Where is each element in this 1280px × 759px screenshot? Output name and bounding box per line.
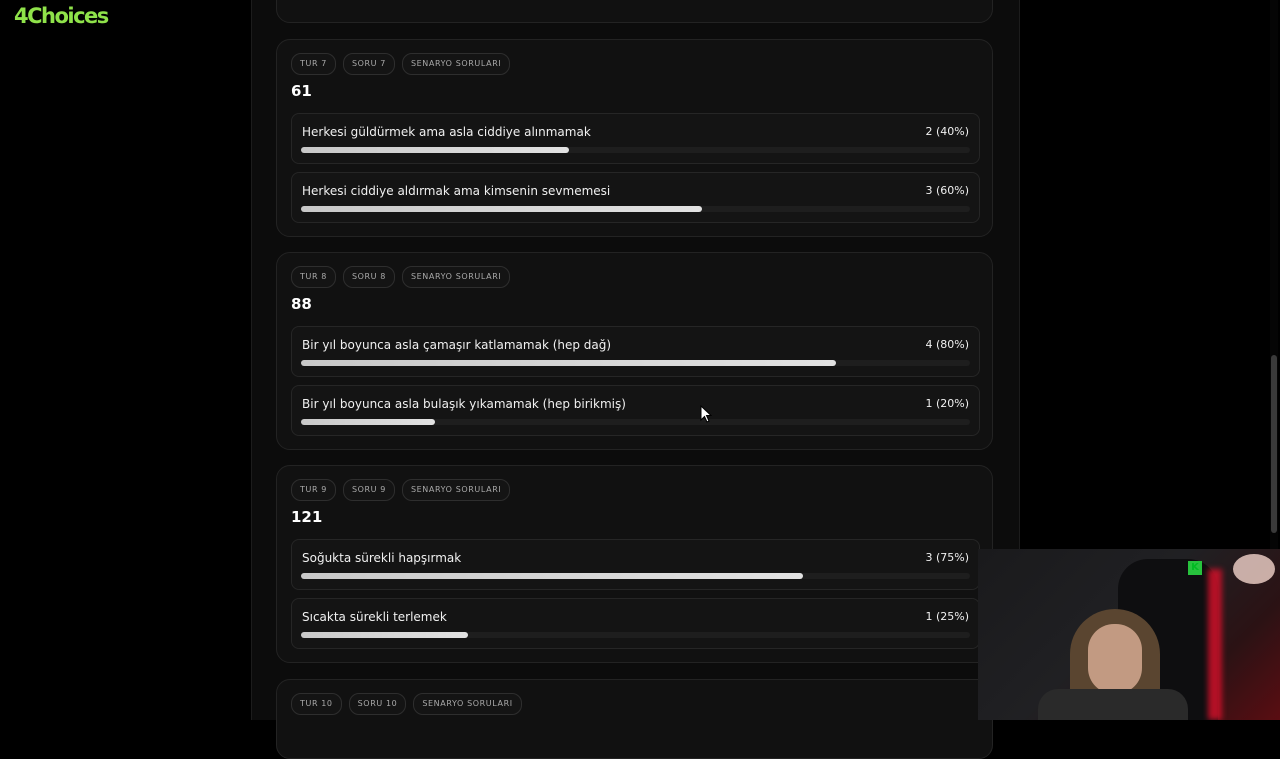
round-tag: TUR 9 — [291, 479, 336, 501]
option-count: 4 (80%) — [925, 338, 969, 351]
question-number: 88 — [291, 295, 312, 313]
logo-text: Choices — [27, 4, 109, 28]
logo-prefix: 4 — [14, 4, 29, 28]
progress-fill — [301, 147, 569, 153]
progress-fill — [301, 632, 469, 638]
webcam-overlay: K — [978, 549, 1280, 720]
category-tag: SENARYO SORULARI — [401, 266, 511, 288]
option-label: Bir yıl boyunca asla bulaşık yıkamamak (… — [302, 397, 626, 411]
question-tag: SORU 8 — [342, 266, 395, 288]
progress-track — [301, 206, 970, 212]
category-tag: SENARYO SORULARI — [413, 693, 522, 715]
red-light — [1208, 569, 1222, 720]
round-tag: TUR 8 — [291, 266, 336, 288]
progress-fill — [301, 573, 803, 579]
option-label: Soğukta sürekli hapşırmak — [302, 551, 462, 565]
progress-track — [301, 360, 970, 366]
progress-fill — [301, 419, 435, 425]
tag-row: TUR 7 SORU 7 SENARYO SORULARI — [291, 53, 511, 75]
option-count: 2 (40%) — [925, 125, 969, 138]
round-tag: TUR 10 — [291, 693, 342, 715]
results-panel: TUR 7 SORU 7 SENARYO SORULARI 61 Herkesi… — [251, 0, 1020, 759]
option-count: 1 (20%) — [925, 397, 969, 410]
question-number: 121 — [291, 508, 323, 526]
question-tag: SORU 9 — [342, 479, 395, 501]
streamer-shirt — [1038, 689, 1188, 720]
progress-fill — [301, 360, 837, 366]
answer-option[interactable]: Sıcakta sürekli terlemek 1 (25%) — [291, 598, 980, 649]
question-tag: SORU 7 — [342, 53, 395, 75]
answer-option[interactable]: Bir yıl boyunca asla çamaşır katlamamak … — [291, 326, 980, 377]
round-tag: TUR 7 — [291, 53, 336, 75]
answer-option[interactable]: Herkesi güldürmek ama asla ciddiye alınm… — [291, 113, 980, 164]
option-label: Herkesi güldürmek ama asla ciddiye alınm… — [302, 125, 591, 139]
tag-row: TUR 9 SORU 9 SENARYO SORULARI — [291, 479, 511, 501]
question-tag: SORU 10 — [348, 693, 407, 715]
kick-logo-icon: K — [1188, 561, 1202, 575]
answer-option[interactable]: Herkesi ciddiye aldırmak ama kimsenin se… — [291, 172, 980, 223]
tag-row: TUR 8 SORU 8 SENARYO SORULARI — [291, 266, 511, 288]
question-card: TUR 7 SORU 7 SENARYO SORULARI 61 Herkesi… — [276, 39, 993, 237]
progress-track — [301, 147, 970, 153]
question-card: TUR 8 SORU 8 SENARYO SORULARI 88 Bir yıl… — [276, 252, 993, 450]
progress-fill — [301, 206, 703, 212]
progress-track — [301, 419, 970, 425]
answer-option[interactable]: Soğukta sürekli hapşırmak 3 (75%) — [291, 539, 980, 590]
tag-row: TUR 10 SORU 10 SENARYO SORULARI — [291, 693, 522, 715]
category-tag: SENARYO SORULARI — [401, 479, 511, 501]
progress-track — [301, 573, 970, 579]
scrollbar-thumb[interactable] — [1271, 355, 1277, 533]
option-label: Herkesi ciddiye aldırmak ama kimsenin se… — [302, 184, 611, 198]
question-card: TUR 10 SORU 10 SENARYO SORULARI — [276, 679, 993, 759]
option-label: Sıcakta sürekli terlemek — [302, 610, 447, 624]
category-tag: SENARYO SORULARI — [401, 53, 511, 75]
option-count: 1 (25%) — [925, 610, 969, 623]
app-logo[interactable]: 4Choices — [14, 4, 109, 28]
question-card: TUR 9 SORU 9 SENARYO SORULARI 121 Soğukt… — [276, 465, 993, 663]
option-count: 3 (60%) — [925, 184, 969, 197]
lamp — [1233, 554, 1275, 584]
answer-option[interactable]: Bir yıl boyunca asla bulaşık yıkamamak (… — [291, 385, 980, 436]
option-label: Bir yıl boyunca asla çamaşır katlamamak … — [302, 338, 612, 352]
option-count: 3 (75%) — [925, 551, 969, 564]
progress-track — [301, 632, 970, 638]
previous-card — [276, 0, 993, 23]
question-number: 61 — [291, 82, 312, 100]
streamer-face — [1088, 624, 1142, 694]
